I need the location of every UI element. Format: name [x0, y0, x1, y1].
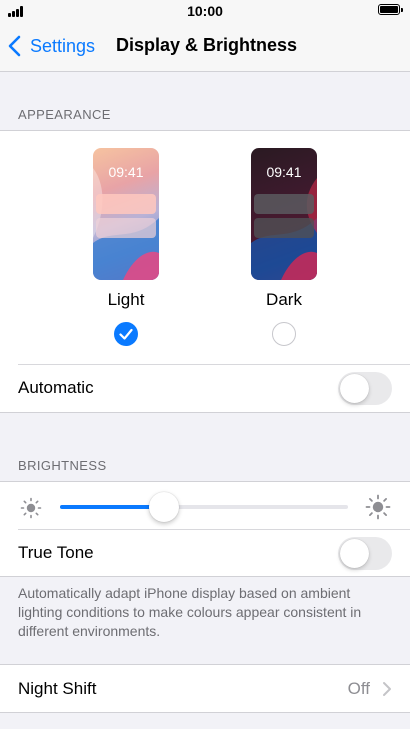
- true-tone-footnote: Automatically adapt iPhone display based…: [18, 585, 362, 639]
- sun-large-icon: [365, 494, 391, 520]
- night-shift-label: Night Shift: [18, 679, 97, 698]
- appearance-group: 09:41 Light 09:41 Dark Automatic: [0, 131, 410, 412]
- dark-preview-time: 09:41: [266, 164, 302, 180]
- back-button[interactable]: Settings: [8, 34, 95, 58]
- appearance-section-header: APPEARANCE: [18, 107, 111, 122]
- light-preview-time: 09:41: [108, 164, 144, 180]
- checkmark-icon: [119, 328, 133, 340]
- sun-small-icon: [20, 497, 42, 519]
- chevron-right-icon: [383, 682, 391, 696]
- brightness-slider[interactable]: [60, 505, 348, 509]
- status-time: 10:00: [187, 3, 223, 19]
- brightness-group: True Tone: [0, 482, 410, 576]
- brightness-section-header: BRIGHTNESS: [18, 458, 107, 473]
- dark-label: Dark: [266, 290, 302, 309]
- page-title: Display & Brightness: [116, 35, 298, 55]
- back-chevron-icon: [8, 35, 21, 57]
- light-mode-preview: 09:41: [93, 148, 159, 280]
- dark-mode-preview: 09:41: [251, 148, 317, 280]
- brightness-slider-thumb[interactable]: [148, 492, 179, 522]
- light-label: Light: [107, 290, 145, 309]
- automatic-toggle[interactable]: [338, 372, 392, 405]
- night-shift-value: Off: [347, 679, 370, 698]
- back-label: Settings: [30, 35, 96, 56]
- automatic-label: Automatic: [18, 378, 94, 397]
- navigation-bar: Settings Display & Brightness: [0, 22, 410, 72]
- light-selected-indicator[interactable]: [114, 322, 138, 346]
- battery-icon: [378, 4, 403, 15]
- true-tone-toggle[interactable]: [338, 537, 392, 570]
- true-tone-label: True Tone: [18, 543, 94, 562]
- dark-unselected-indicator[interactable]: [272, 322, 296, 346]
- status-bar: 10:00: [0, 0, 410, 22]
- night-shift-row[interactable]: Night Shift Off: [0, 665, 410, 712]
